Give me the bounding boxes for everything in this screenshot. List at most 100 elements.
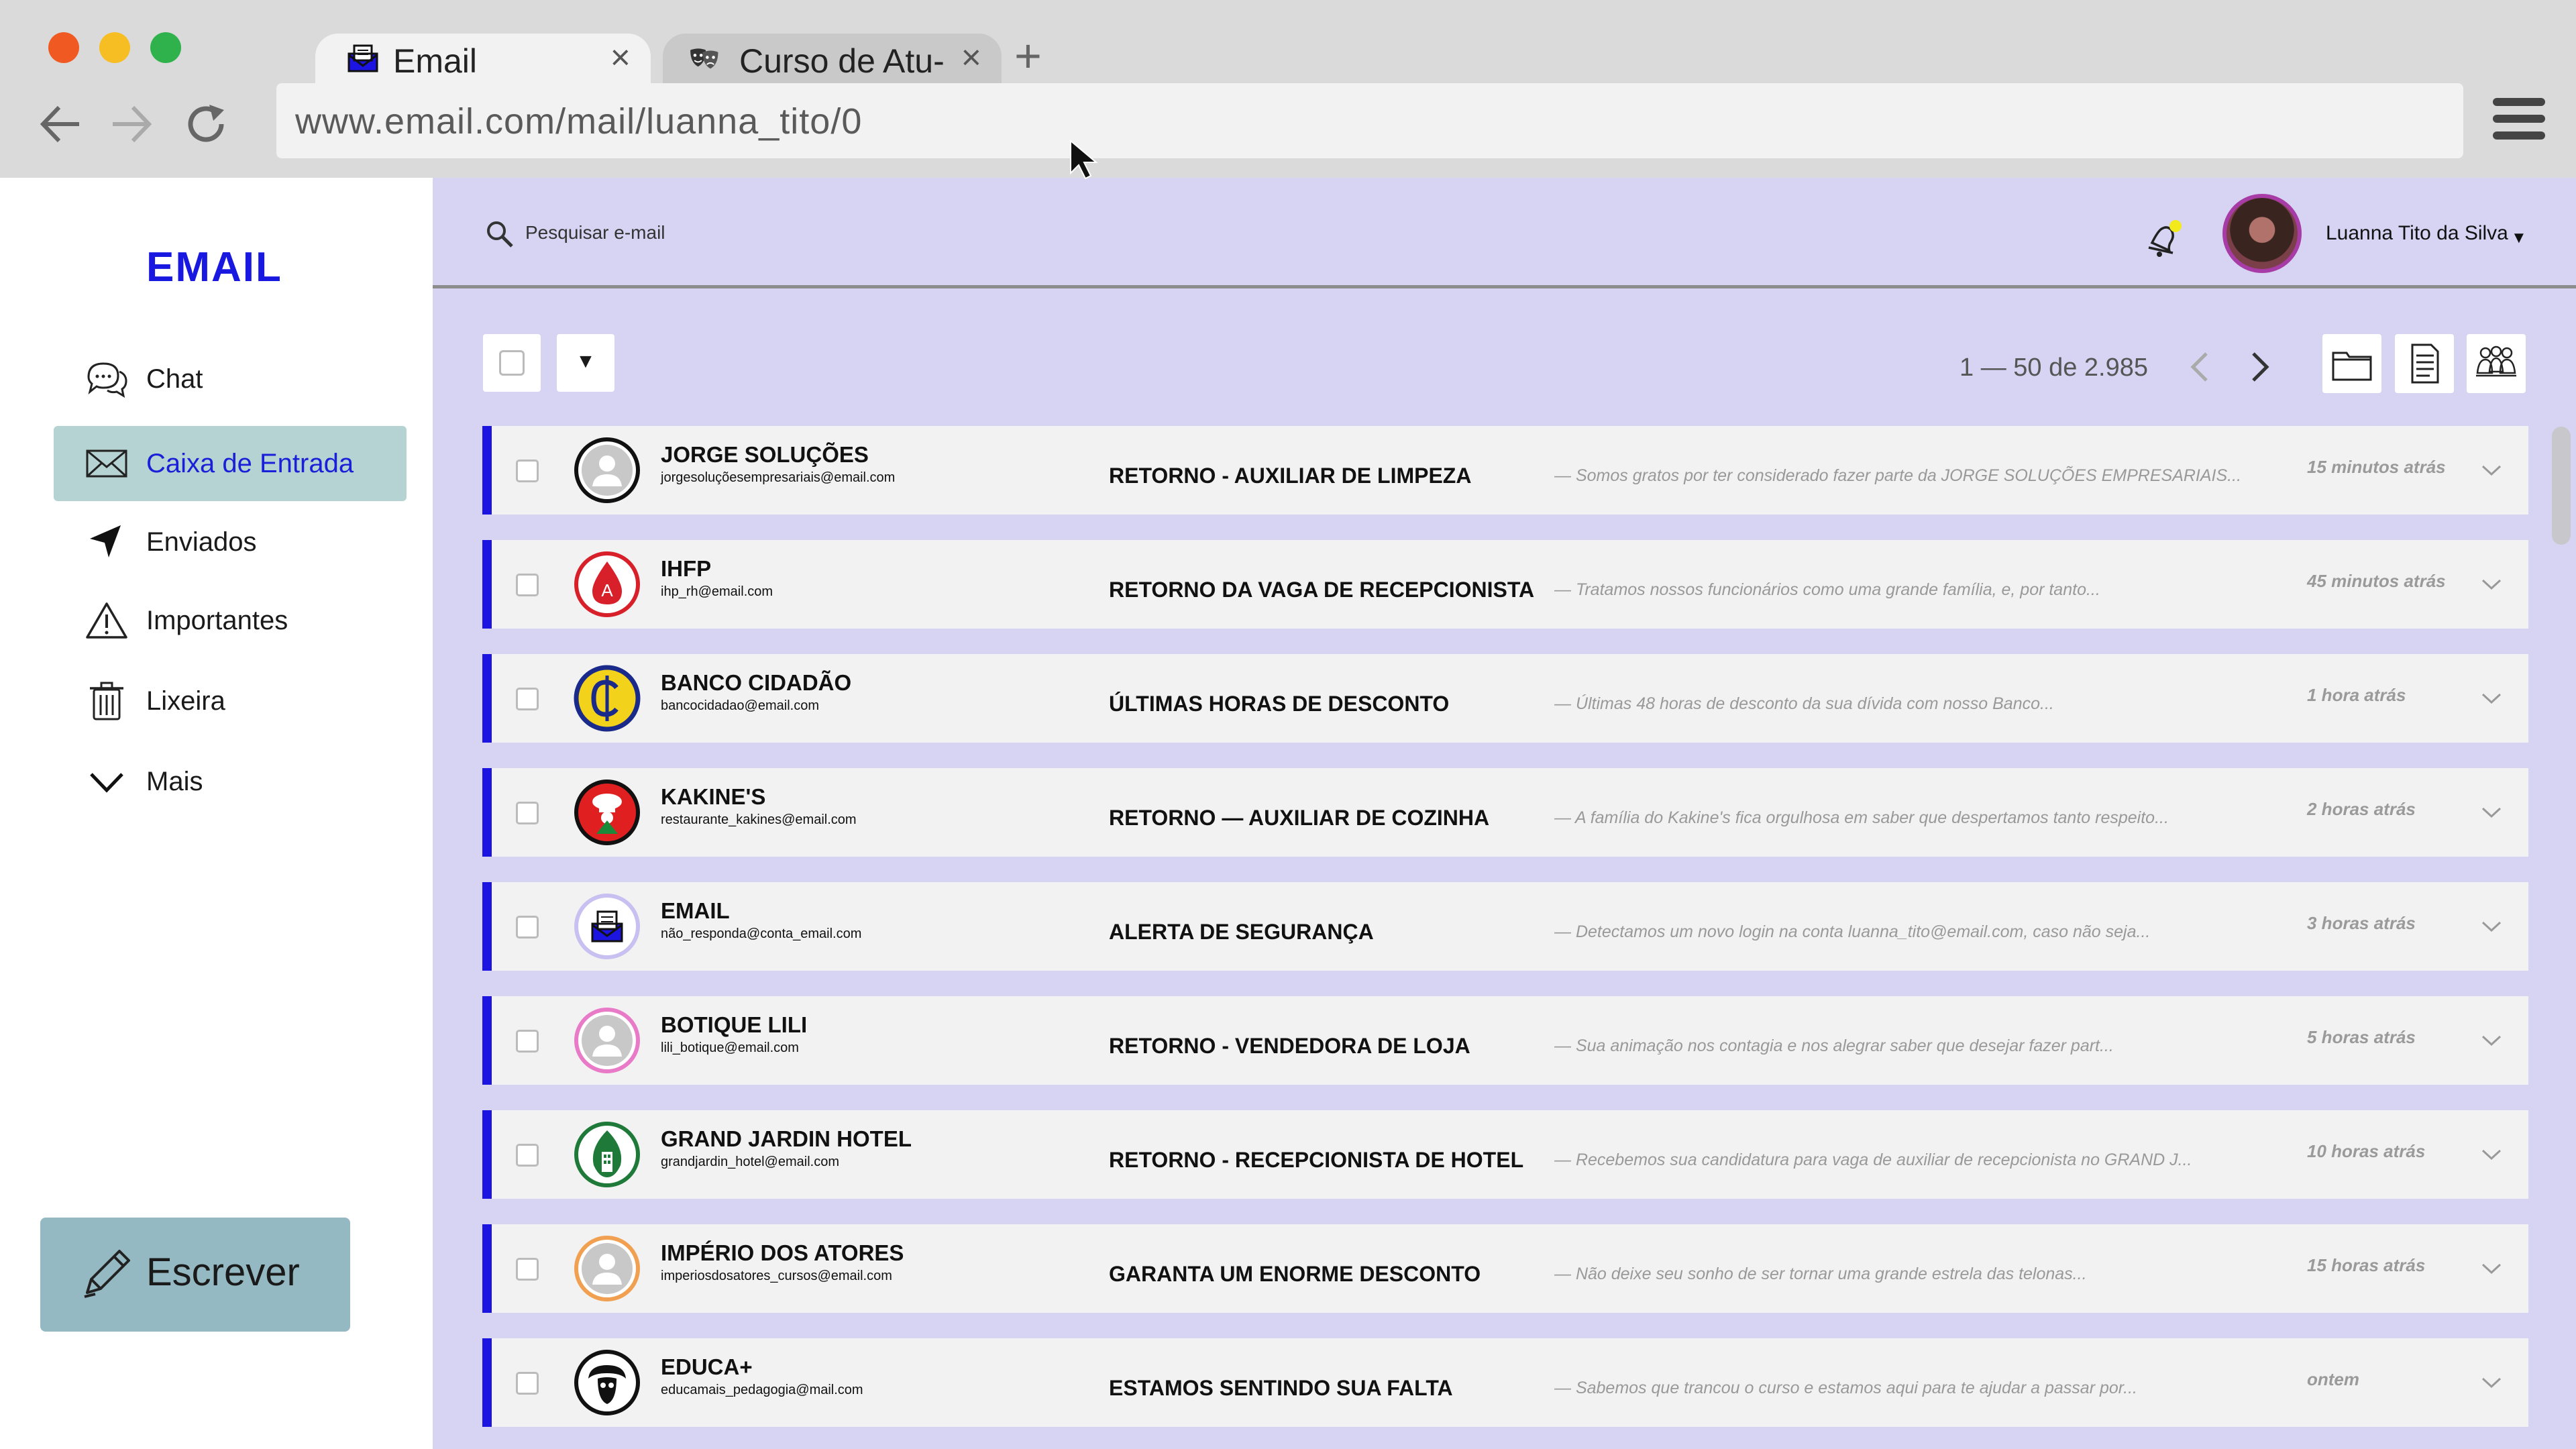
email-row[interactable]: A IHFP ihp_rh@email.com RETORNO DA VAGA … (482, 540, 2528, 629)
user-menu-caret-icon[interactable]: ▼ (2511, 229, 2527, 248)
chevron-down-icon[interactable] (2480, 803, 2503, 822)
sidebar-item-chat[interactable]: Chat (54, 341, 407, 417)
scrollbar-thumb[interactable] (2552, 427, 2571, 545)
chevron-down-icon[interactable] (2480, 1259, 2503, 1278)
email-sender: JORGE SOLUÇÕES (661, 442, 869, 467)
email-preview: — Tratamos nossos funcionários como uma … (1554, 580, 2100, 599)
document-icon (2411, 343, 2439, 384)
email-row[interactable]: IMPÉRIO DOS ATORES imperiosdosatores_cur… (482, 1224, 2528, 1313)
tab-close-icon[interactable]: × (610, 40, 631, 75)
window-close-button[interactable] (48, 32, 79, 63)
document-button[interactable] (2395, 334, 2454, 393)
email-row[interactable]: JORGE SOLUÇÕES jorgesoluçõesempresariais… (482, 426, 2528, 515)
email-time: 45 minutos atrás (2307, 571, 2446, 591)
chevron-down-icon[interactable] (2480, 461, 2503, 480)
email-row[interactable]: BOTIQUE LILI lili_botique@email.com RETO… (482, 996, 2528, 1085)
chevron-down-icon[interactable] (2480, 1031, 2503, 1050)
tab-email[interactable]: Email × (315, 34, 651, 83)
mouse-cursor-icon (1070, 140, 1098, 180)
search-icon[interactable] (485, 219, 515, 249)
email-address: lili_botique@email.com (661, 1040, 799, 1055)
contacts-button[interactable] (2467, 334, 2526, 393)
chevron-down-icon[interactable] (2480, 917, 2503, 936)
email-subject: RETORNO - VENDEDORA DE LOJA (1109, 1034, 1470, 1058)
window-maximize-button[interactable] (150, 32, 181, 63)
email-checkbox[interactable] (516, 460, 539, 482)
envelope-logo-icon (574, 894, 640, 959)
email-subject: ÚLTIMAS HORAS DE DESCONTO (1109, 692, 1450, 716)
email-sender: IHFP (661, 556, 712, 581)
email-sender: KAKINE'S (661, 784, 766, 809)
email-row[interactable]: KAKINE'S restaurante_kakines@email.com R… (482, 768, 2528, 857)
top-bar: Pesquisar e-mail Luanna Tito da Silva ▼ (433, 178, 2576, 288)
sidebar-item-more[interactable]: Mais (54, 744, 407, 819)
trash-icon (90, 682, 123, 720)
email-address: não_responda@conta_email.com (661, 926, 862, 941)
email-address: bancocidadao@email.com (661, 698, 819, 713)
folder-button[interactable] (2322, 334, 2381, 393)
email-subject: RETORNO DA VAGA DE RECEPCIONISTA (1109, 578, 1535, 602)
email-checkbox[interactable] (516, 916, 539, 938)
reload-icon[interactable] (182, 101, 229, 148)
email-time: 1 hora atrás (2307, 685, 2406, 705)
sidebar-item-label: Caixa de Entrada (146, 448, 354, 478)
compose-label: Escrever (146, 1250, 300, 1294)
email-checkbox[interactable] (516, 1372, 539, 1395)
pencil-icon (84, 1250, 130, 1298)
sidebar-item-important[interactable]: Importantes (54, 583, 407, 658)
browser-chrome: Email × Curso de Atu- × + www.email.com/… (0, 0, 2576, 178)
chevron-down-icon[interactable] (2480, 1145, 2503, 1164)
email-preview: — Sua animação nos contagia e nos alegra… (1554, 1036, 2114, 1055)
browser-menu-icon[interactable] (2491, 95, 2546, 142)
chevron-down-icon[interactable] (2480, 689, 2503, 708)
chevron-down-icon[interactable] (2480, 575, 2503, 594)
sidebar-item-label: Chat (146, 364, 203, 394)
email-subject: ALERTA DE SEGURANÇA (1109, 920, 1374, 944)
sidebar-item-inbox[interactable]: Caixa de Entrada (54, 426, 407, 501)
chevron-left-icon[interactable] (2184, 350, 2216, 384)
folder-icon (2332, 352, 2372, 381)
email-preview: — Detectamos um novo login na conta luan… (1554, 922, 2151, 941)
sidebar-item-label: Importantes (146, 605, 288, 635)
email-checkbox[interactable] (516, 1258, 539, 1281)
new-tab-button[interactable]: + (1014, 32, 1042, 79)
email-row[interactable]: EMAIL não_responda@conta_email.com ALERT… (482, 882, 2528, 971)
user-name[interactable]: Luanna Tito da Silva (2326, 222, 2508, 245)
sidebar-item-label: Lixeira (146, 686, 225, 716)
chevron-down-icon (90, 773, 123, 793)
sidebar: EMAIL Chat Caixa de Entrada Enviados Imp… (0, 178, 433, 1449)
email-time: 2 horas atrás (2307, 799, 2416, 819)
email-sender: IMPÉRIO DOS ATORES (661, 1240, 904, 1265)
email-row[interactable]: BANCO CIDADÃO bancocidadao@email.com ÚLT… (482, 654, 2528, 743)
tab-label: Curso de Atu- (739, 42, 945, 80)
email-subject: ESTAMOS SENTINDO SUA FALTA (1109, 1376, 1453, 1400)
forward-arrow-icon[interactable] (107, 101, 154, 148)
chevron-down-icon[interactable] (2480, 1373, 2503, 1392)
compose-button[interactable]: Escrever (40, 1218, 350, 1332)
email-time: 15 minutos atrás (2307, 457, 2446, 477)
sidebar-item-sent[interactable]: Enviados (54, 504, 407, 580)
back-arrow-icon[interactable] (38, 101, 85, 148)
email-address: restaurante_kakines@email.com (661, 812, 857, 827)
window-minimize-button[interactable] (99, 32, 130, 63)
email-row[interactable]: EDUCA+ educamais_pedagogia@mail.com ESTA… (482, 1338, 2528, 1427)
tab-curso[interactable]: Curso de Atu- × (663, 34, 1002, 83)
envelope-icon (86, 449, 127, 478)
tab-close-icon[interactable]: × (961, 40, 981, 75)
address-bar[interactable]: www.email.com/mail/luanna_tito/0 (276, 83, 2463, 158)
email-checkbox[interactable] (516, 574, 539, 596)
select-dropdown-button[interactable]: ▼ (557, 334, 614, 392)
email-row[interactable]: GRAND JARDIN HOTEL grandjardin_hotel@ema… (482, 1110, 2528, 1199)
email-preview: — Não deixe seu sonho de ser tornar uma … (1554, 1265, 2087, 1283)
email-checkbox[interactable] (516, 1144, 539, 1167)
sidebar-item-trash[interactable]: Lixeira (54, 663, 407, 739)
email-checkbox[interactable] (516, 688, 539, 710)
email-checkbox[interactable] (516, 1030, 539, 1053)
svg-text:A: A (601, 580, 613, 600)
email-checkbox[interactable] (516, 802, 539, 824)
select-all-checkbox[interactable] (483, 334, 541, 392)
search-input[interactable]: Pesquisar e-mail (525, 222, 665, 244)
chevron-right-icon[interactable] (2244, 350, 2276, 384)
user-avatar[interactable] (2222, 194, 2302, 273)
notification-bell-icon[interactable] (2142, 218, 2184, 260)
